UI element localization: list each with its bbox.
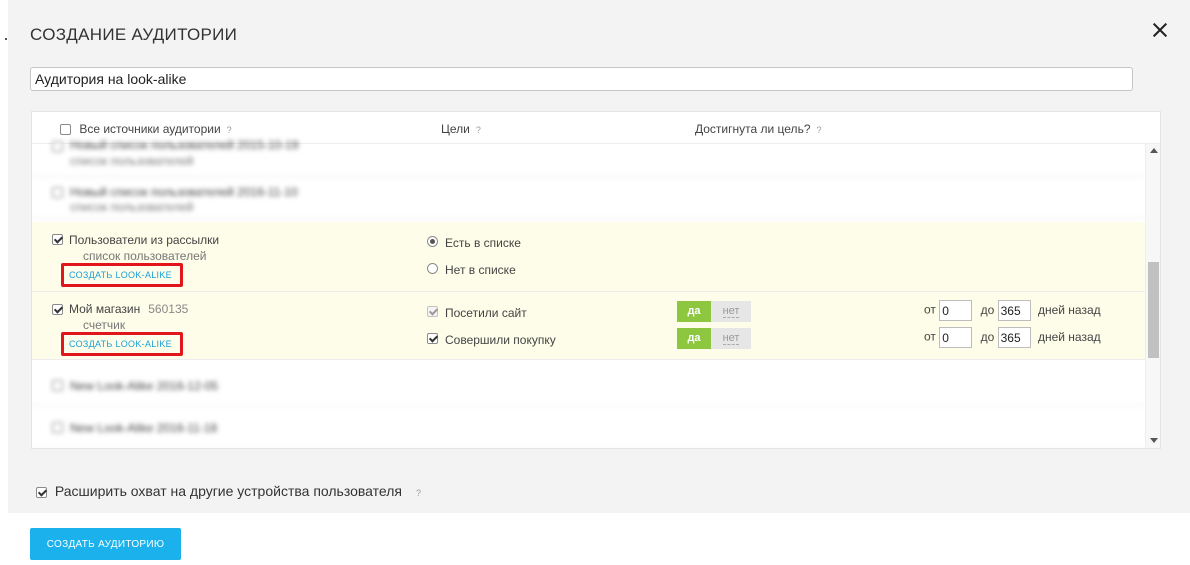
table-row[interactable]: New Look-Alike 2016-11-18	[32, 408, 1145, 448]
row-name: New Look-Alike 2016-11-18	[70, 421, 218, 435]
toggle-no[interactable]: нет	[711, 328, 751, 349]
close-icon[interactable]	[1150, 20, 1170, 40]
row-name-text: Мой магазин	[69, 302, 141, 316]
scroll-down-arrow-icon[interactable]	[1150, 438, 1158, 443]
expand-devices-label: Расширить охват на другие устройства пол…	[54, 483, 402, 499]
to-days-input[interactable]	[997, 300, 1031, 321]
row-name: Новый список пользователей 2015-10-19	[70, 138, 299, 152]
counter-id: 560135	[148, 302, 189, 316]
page-dot	[5, 38, 7, 40]
in-list-label: Есть в списке	[445, 236, 521, 250]
table-row[interactable]: New Look-Alike 2016-12-05	[32, 364, 1145, 406]
create-look-alike-link[interactable]: СОЗДАТЬ LOOK-ALIKE	[69, 270, 172, 280]
row-checkbox[interactable]	[52, 234, 63, 245]
modal-footer: СОЗДАТЬ АУДИТОРИЮ	[8, 513, 1190, 565]
from-label: от	[924, 302, 936, 317]
days-ago-label: дней назад	[1037, 329, 1101, 344]
row-type: список пользователей	[70, 200, 194, 214]
to-label: до	[980, 329, 995, 344]
row-checkbox[interactable]	[52, 304, 63, 315]
row-checkbox[interactable]	[52, 141, 63, 152]
table-row-my-shop[interactable]: Мой магазин 560135 счетчик СОЗДАТЬ LOOK-A…	[32, 292, 1145, 360]
goal-label: Совершили покупку	[445, 333, 556, 347]
audience-sources-table: Все источники аудитории? Цели? Достигнут…	[31, 111, 1161, 449]
goal-checkbox[interactable]	[427, 306, 438, 317]
expand-devices-checkbox[interactable]	[36, 486, 47, 498]
days-range: от до дней назад	[924, 300, 1101, 321]
row-checkbox[interactable]	[52, 380, 63, 391]
table-row[interactable]: Новый список пользователей 2015-10-19 сп…	[32, 132, 1145, 177]
create-audience-modal: СОЗДАНИЕ АУДИТОРИИ Все источники аудитор…	[8, 0, 1190, 565]
days-range: от до дней назад	[924, 327, 1101, 348]
row-name: Пользователи из рассылки	[69, 233, 220, 247]
row-name: New Look-Alike 2016-12-05	[70, 379, 219, 393]
help-icon[interactable]: ?	[416, 488, 421, 498]
from-days-input[interactable]	[939, 327, 973, 348]
scroll-up-arrow-icon[interactable]	[1150, 148, 1158, 153]
to-label: до	[980, 302, 995, 317]
scrollbar-thumb[interactable]	[1148, 262, 1159, 358]
goal-label: Посетили сайт	[445, 306, 527, 320]
toggle-no-label: нет	[722, 332, 740, 345]
table-row-mailing-users[interactable]: Пользователи из рассылки список пользова…	[32, 222, 1145, 292]
row-name: Новый список пользователей 2016-11-10	[70, 185, 298, 199]
to-days-input[interactable]	[997, 327, 1031, 348]
row-type: счетчик	[83, 318, 126, 332]
not-in-list-radio[interactable]	[427, 263, 438, 274]
not-in-list-label: Нет в списке	[445, 263, 516, 277]
toggle-yes[interactable]: да	[677, 328, 711, 349]
expand-devices-option: Расширить охват на другие устройства пол…	[36, 483, 421, 499]
from-label: от	[924, 329, 936, 344]
row-name: Мой магазин 560135	[69, 302, 188, 316]
modal-title: СОЗДАНИЕ АУДИТОРИИ	[30, 25, 238, 44]
create-look-alike-link[interactable]: СОЗДАТЬ LOOK-ALIKE	[69, 339, 172, 349]
from-days-input[interactable]	[939, 300, 973, 321]
row-type: список пользователей	[70, 154, 194, 168]
achieved-toggle[interactable]: да нет	[677, 328, 751, 349]
in-list-radio[interactable]	[427, 236, 438, 247]
row-checkbox[interactable]	[52, 187, 63, 198]
table-row[interactable]: Новый список пользователей 2016-11-10 сп…	[32, 177, 1145, 219]
row-checkbox[interactable]	[52, 422, 63, 433]
achieved-toggle[interactable]: да нет	[677, 301, 751, 322]
toggle-no[interactable]: нет	[711, 301, 751, 322]
audience-name-input[interactable]	[30, 67, 1133, 91]
create-audience-button[interactable]: СОЗДАТЬ АУДИТОРИЮ	[30, 528, 181, 560]
days-ago-label: дней назад	[1037, 302, 1101, 317]
goal-checkbox[interactable]	[427, 333, 438, 344]
row-type: список пользователей	[83, 249, 207, 263]
toggle-no-label: нет	[722, 305, 740, 318]
toggle-yes[interactable]: да	[677, 301, 711, 322]
table-scrollbar[interactable]	[1145, 144, 1160, 448]
